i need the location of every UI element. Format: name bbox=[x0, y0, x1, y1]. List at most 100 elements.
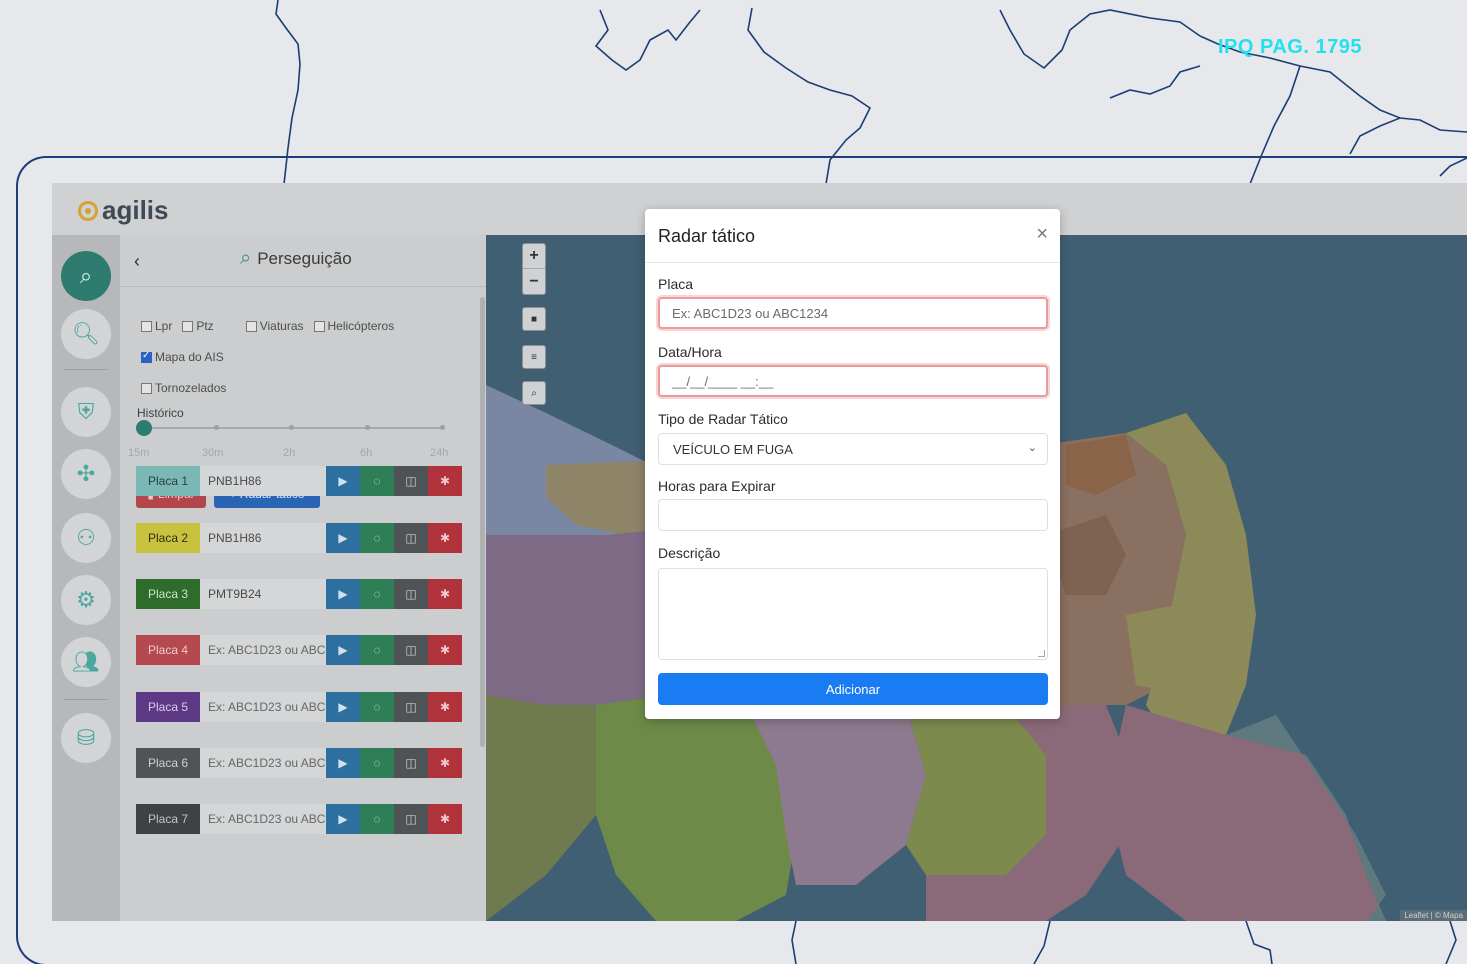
eye-off-icon: ◌ bbox=[373, 474, 381, 488]
mapa-ais-label: Mapa do AIS bbox=[155, 350, 224, 364]
radar-tatico-modal: Radar tático × Placa Ex: ABC1D23 ou ABC1… bbox=[645, 209, 1060, 719]
shield-icon: ⛨ bbox=[77, 399, 95, 424]
panel-scrollbar[interactable] bbox=[480, 297, 485, 747]
ptz-checkbox[interactable] bbox=[182, 320, 194, 332]
descricao-label: Descrição bbox=[658, 545, 721, 561]
rail-users-button[interactable]: 👥︎ bbox=[61, 637, 111, 687]
tipo-radar-select[interactable]: VEÍCULO EM FUGA ⌄ bbox=[658, 433, 1048, 465]
rail-chase-button[interactable]: ⌕ bbox=[61, 251, 111, 301]
data-hora-input[interactable]: __/__/____ __:__ bbox=[658, 365, 1048, 397]
plate-row: Placa 6 Ex: ABC1D23 ou ABC ▶ ◌ ◫ ✱ bbox=[136, 748, 464, 778]
viaturas-checkbox[interactable] bbox=[245, 320, 257, 332]
rail-hierarchy-button[interactable]: ⚇ bbox=[61, 513, 111, 563]
slider-step bbox=[289, 425, 294, 430]
helicopteros-checkbox[interactable] bbox=[313, 320, 325, 332]
zoom-in-button[interactable]: + bbox=[523, 244, 545, 269]
camera-icon: ▶ bbox=[338, 643, 348, 657]
note-icon-button[interactable]: ◫ bbox=[394, 804, 428, 834]
camera-icon: ▶ bbox=[338, 756, 348, 770]
plate-tag: Placa 5 bbox=[136, 692, 200, 722]
camera-icon-button[interactable]: ▶ bbox=[326, 579, 360, 609]
map-attribution[interactable]: Leaflet | © Mapa bbox=[1400, 910, 1467, 921]
zoom-control: + − bbox=[522, 243, 546, 295]
note-icon-button[interactable]: ◫ bbox=[394, 635, 428, 665]
siren-icon-button[interactable]: ✱ bbox=[428, 635, 462, 665]
note-icon: ◫ bbox=[405, 474, 417, 488]
adicionar-button[interactable]: Adicionar bbox=[658, 673, 1048, 705]
plate-input[interactable]: Ex: ABC1D23 ou ABC bbox=[200, 804, 326, 834]
camera-icon-button[interactable]: ▶ bbox=[326, 635, 360, 665]
note-icon-button[interactable]: ◫ bbox=[394, 579, 428, 609]
tornozelados-checkbox[interactable] bbox=[141, 382, 152, 394]
layers-icon: ≡ bbox=[531, 351, 537, 363]
rail-divider bbox=[64, 369, 108, 370]
users-icon: 👥︎ bbox=[72, 649, 100, 674]
eye-off-icon: ◌ bbox=[373, 812, 381, 826]
location-pin-icon bbox=[78, 200, 98, 221]
note-icon-button[interactable]: ◫ bbox=[394, 692, 428, 722]
note-icon-button[interactable]: ◫ bbox=[394, 466, 428, 496]
rail-database-button[interactable]: ⛁ bbox=[61, 713, 111, 763]
eye-off-icon-button[interactable]: ◌ bbox=[360, 579, 394, 609]
zoom-out-button[interactable]: − bbox=[523, 269, 545, 294]
siren-icon-button[interactable]: ✱ bbox=[428, 466, 462, 496]
horas-expirar-input[interactable] bbox=[658, 499, 1048, 531]
modal-title: Radar tático bbox=[658, 226, 756, 246]
eye-off-icon-button[interactable]: ◌ bbox=[360, 804, 394, 834]
slider-tick-label: 2h bbox=[283, 447, 296, 459]
historico-slider-knob[interactable] bbox=[136, 420, 152, 436]
close-icon[interactable]: × bbox=[1036, 223, 1048, 246]
back-chevron-icon[interactable]: ‹ bbox=[134, 251, 140, 272]
search-icon: ⌕ bbox=[531, 387, 537, 399]
camera-icon-button[interactable]: ▶ bbox=[326, 748, 360, 778]
camera-icon-button[interactable]: ▶ bbox=[326, 692, 360, 722]
eye-off-icon-button[interactable]: ◌ bbox=[360, 635, 394, 665]
rail-shield-button[interactable]: ⛨ bbox=[61, 387, 111, 437]
plate-input[interactable]: Ex: ABC1D23 ou ABC bbox=[200, 748, 326, 778]
note-icon: ◫ bbox=[405, 812, 417, 826]
app-logo[interactable]: agilis bbox=[78, 195, 168, 226]
document-page-tag: IPQ PAG. 1795 bbox=[1218, 36, 1362, 58]
siren-icon-button[interactable]: ✱ bbox=[428, 523, 462, 553]
slider-step bbox=[365, 425, 370, 430]
eye-off-icon-button[interactable]: ◌ bbox=[360, 523, 394, 553]
layers-button[interactable]: ≡ bbox=[522, 345, 546, 369]
map-search-button[interactable]: ⌕ bbox=[522, 381, 546, 405]
rail-search-button[interactable]: 🔍︎ bbox=[61, 309, 111, 359]
eye-off-icon-button[interactable]: ◌ bbox=[360, 466, 394, 496]
camera-icon-button[interactable]: ▶ bbox=[326, 523, 360, 553]
placa-input[interactable]: Ex: ABC1D23 ou ABC1234 bbox=[658, 297, 1048, 329]
siren-icon: ✱ bbox=[439, 643, 451, 657]
panel-header: ‹ ⌕ Perseguição bbox=[120, 235, 486, 287]
note-icon-button[interactable]: ◫ bbox=[394, 523, 428, 553]
lpr-checkbox[interactable] bbox=[141, 320, 152, 332]
camera-icon-button[interactable]: ▶ bbox=[326, 466, 360, 496]
camera-icon-button[interactable]: ▶ bbox=[326, 804, 360, 834]
tornozelados-label: Tornozelados bbox=[155, 381, 227, 395]
slider-step bbox=[214, 425, 219, 430]
siren-icon-button[interactable]: ✱ bbox=[428, 804, 462, 834]
plate-input[interactable]: Ex: ABC1D23 ou ABC bbox=[200, 635, 326, 665]
app-logo-text: agilis bbox=[102, 195, 169, 225]
siren-icon-button[interactable]: ✱ bbox=[428, 579, 462, 609]
plate-input[interactable]: PNB1H86 bbox=[200, 466, 326, 496]
plate-input[interactable]: Ex: ABC1D23 ou ABC bbox=[200, 692, 326, 722]
historico-slider-track[interactable] bbox=[146, 427, 442, 429]
perseguicao-panel: ‹ ⌕ Perseguição Lpr Ptz Viaturas Helicóp… bbox=[120, 235, 486, 921]
note-icon: ◫ bbox=[405, 531, 417, 545]
siren-icon-button[interactable]: ✱ bbox=[428, 692, 462, 722]
plate-input[interactable]: PMT9B24 bbox=[200, 579, 326, 609]
mapa-ais-checkbox[interactable] bbox=[141, 350, 152, 363]
rail-network-button[interactable]: ✣ bbox=[61, 449, 111, 499]
ptz-label: Ptz bbox=[196, 319, 214, 333]
note-icon-button[interactable]: ◫ bbox=[394, 748, 428, 778]
siren-icon: ✱ bbox=[439, 756, 451, 770]
rail-gears-button[interactable]: ⚙ bbox=[61, 575, 111, 625]
eye-off-icon-button[interactable]: ◌ bbox=[360, 748, 394, 778]
siren-icon-button[interactable]: ✱ bbox=[428, 748, 462, 778]
camera-icon: ▶ bbox=[338, 587, 348, 601]
plate-input[interactable]: PNB1H86 bbox=[200, 523, 326, 553]
draw-square-button[interactable]: ■ bbox=[522, 307, 546, 331]
descricao-textarea[interactable] bbox=[658, 568, 1048, 660]
eye-off-icon-button[interactable]: ◌ bbox=[360, 692, 394, 722]
